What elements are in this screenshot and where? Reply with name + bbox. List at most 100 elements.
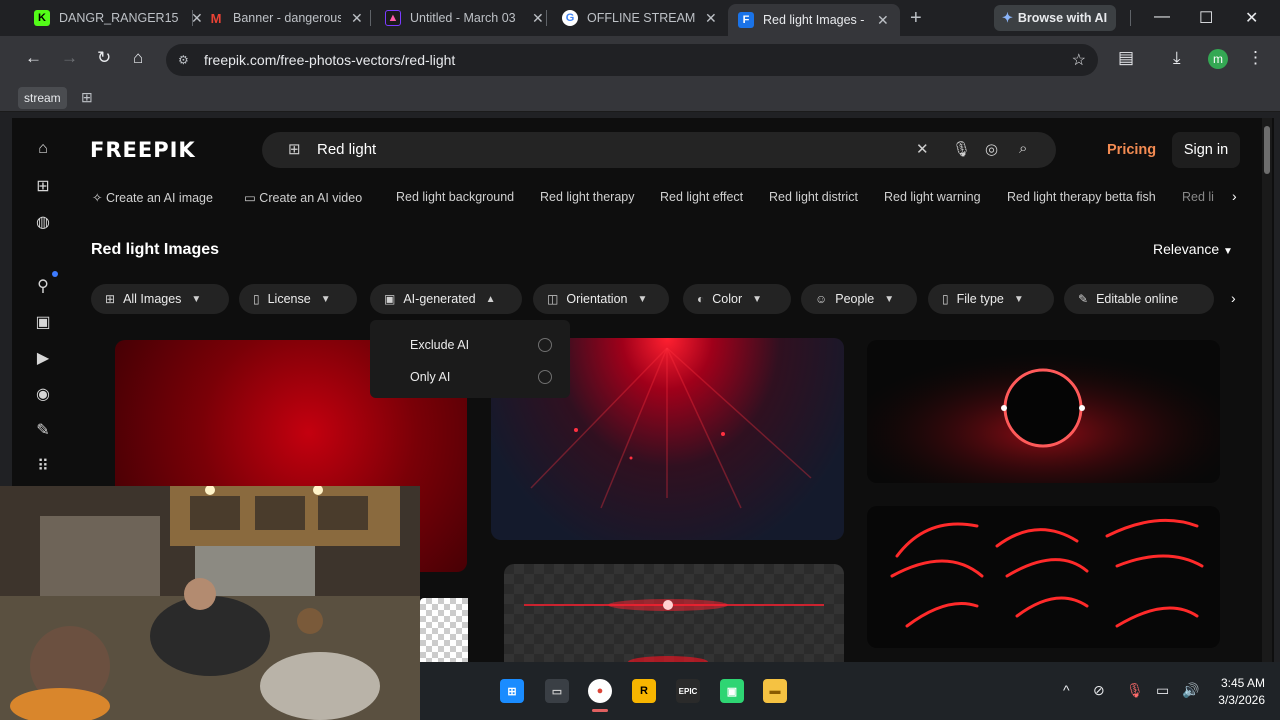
bookmark-star-icon[interactable]: ☆ [1072,50,1086,70]
menu-kebab-icon[interactable]: ⋮ [1247,48,1264,68]
video-icon[interactable]: ▶ [34,348,52,368]
filter-ai-generated[interactable]: ▣ AI-generated ▲ [370,284,522,314]
clear-search-icon[interactable]: ✕ [916,140,929,158]
ai-tools-icon[interactable]: ⚲ [34,276,52,296]
filter-file-type[interactable]: ▯ File type ▼ [928,284,1054,314]
all-tools-grid-icon[interactable]: ⠿ [34,456,52,476]
image-thumbnail[interactable] [867,340,1220,483]
display-icon[interactable]: ▭ [1156,682,1169,699]
related-chip[interactable]: Red light effect [660,190,743,204]
dashboard-grid-icon[interactable]: ⊞ [34,176,52,196]
related-chip[interactable]: Red li [1182,190,1214,204]
download-icon[interactable]: ⤓ [1173,48,1181,68]
address-bar[interactable]: ⚙ freepik.com/free-photos-vectors/red-li… [166,44,1098,76]
close-tab-icon[interactable]: ✕ [532,10,544,27]
chevron-down-icon: ▼ [884,293,895,305]
freepik-logo[interactable]: FREEPIK [90,138,196,162]
reading-mode-icon[interactable]: ▤ [1118,48,1134,68]
new-tab-icon[interactable]: + [910,7,922,30]
network-off-icon[interactable]: ⊘ [1093,682,1105,699]
browse-with-ai-button[interactable]: ✦ Browse with AI [994,5,1116,31]
minimize-icon[interactable]: — [1154,8,1170,26]
search-type-grid-icon[interactable]: ⊞ [288,140,301,158]
radio-only-ai[interactable] [538,370,552,384]
filter-license[interactable]: ▯ License ▼ [239,284,357,314]
pricing-link[interactable]: Pricing [1107,142,1156,158]
search-icon[interactable]: ⌕ [1019,140,1027,157]
image-thumbnail[interactable] [504,564,844,662]
license-icon: ▯ [253,292,260,306]
windows-start-icon[interactable]: ⊞ [500,679,524,703]
related-chip[interactable]: Red light warning [884,190,981,204]
system-clock[interactable]: 3:45 AM 3/3/2026 [1213,675,1265,709]
related-chip[interactable]: Red light therapy [540,190,635,204]
tab-google[interactable]: G OFFLINE STREAM B ✕ [552,4,727,32]
site-info-icon[interactable]: ⚙ [178,53,196,67]
search-input[interactable]: Red light [317,141,376,158]
tab-separator [192,10,193,26]
volume-icon[interactable]: 🔊 [1182,682,1199,699]
sort-dropdown[interactable]: Relevance ▼ [1153,241,1233,257]
search-bar[interactable]: ⊞ Red light ✕ 🎙 ◎ ⌕ [262,132,1056,168]
audio-icon[interactable]: ◉ [34,384,52,404]
create-ai-image-link[interactable]: ✧ Create an AI image [92,190,213,205]
tab-title: Untitled - March 03 [410,11,516,25]
microphone-icon[interactable]: 🎙 [1126,682,1144,699]
related-chip[interactable]: Red light district [769,190,858,204]
option-exclude-ai[interactable]: Exclude AI [410,338,469,352]
tab-freepik[interactable]: F Red light Images - F ✕ [728,4,900,36]
home-icon[interactable]: ⌂ [34,140,52,158]
sign-in-button[interactable]: Sign in [1172,132,1240,168]
tab-kick[interactable]: K DANGR_RANGER15 ✕ [24,4,213,32]
apps-grid-icon[interactable]: ⊞ [81,89,93,106]
chrome-icon[interactable]: ● [588,679,612,703]
tab-gmail[interactable]: M Banner - dangerous ✕ [198,4,373,32]
filter-label: File type [956,292,1004,306]
home-icon[interactable]: ⌂ [133,48,143,68]
close-tab-icon[interactable]: ✕ [351,10,363,27]
tab-canva[interactable]: ▲ Untitled - March 03 ✕ [375,4,554,32]
image-thumbnail[interactable] [867,506,1220,648]
streaming-app-icon[interactable]: ▣ [720,679,744,703]
microphone-icon[interactable]: 🎙 [952,140,971,158]
epic-games-icon[interactable]: EPIC [676,679,700,703]
chevron-right-icon[interactable]: › [1231,290,1236,306]
edit-icon[interactable]: ✎ [34,420,52,440]
create-ai-video-link[interactable]: ▭ Create an AI video [244,190,362,205]
forward-icon[interactable]: → [61,48,78,68]
close-tab-icon[interactable]: ✕ [705,10,717,27]
bookmarks-bar: stream ⊞ [0,84,1280,112]
file-explorer-icon[interactable]: ▬ [763,679,787,703]
related-chip[interactable]: Red light therapy betta fish [1007,190,1156,204]
related-chip[interactable]: Red light background [396,190,514,204]
scroll-thumb[interactable] [1264,126,1270,174]
transparent-image-thumbnail[interactable] [420,598,468,662]
tray-chevron-up-icon[interactable]: ^ [1063,682,1070,698]
filter-orientation[interactable]: ◫ Orientation ▼ [533,284,669,314]
camera-search-icon[interactable]: ◎ [985,140,998,158]
maximize-icon[interactable]: ☐ [1199,8,1213,28]
option-only-ai[interactable]: Only AI [410,370,450,384]
radio-exclude-ai[interactable] [538,338,552,352]
rockstar-launcher-icon[interactable]: R [632,679,656,703]
related-label: Create an AI image [105,191,213,205]
profile-avatar[interactable]: m [1208,49,1228,69]
chevron-down-icon: ▼ [1013,293,1024,305]
reload-icon[interactable]: ↻ [97,48,111,68]
tab-title: OFFLINE STREAM B [587,11,695,25]
back-icon[interactable]: ← [25,48,42,68]
filter-editable-online[interactable]: ✎ Editable online [1064,284,1214,314]
task-view-icon[interactable]: ▭ [545,679,569,703]
filter-people[interactable]: ☺ People ▼ [801,284,917,314]
filter-color[interactable]: ◐ Color ▼ [683,284,791,314]
bookmark-stream[interactable]: stream [18,87,67,109]
globe-icon[interactable]: ◍ [34,212,52,232]
chevron-right-icon[interactable]: › [1232,188,1237,204]
close-window-icon[interactable]: ✕ [1245,8,1258,28]
browse-with-ai-label: Browse with AI [1017,11,1108,25]
image-generator-icon[interactable]: ▣ [34,312,52,332]
filter-all-images[interactable]: ⊞ All Images ▼ [91,284,229,314]
close-tab-icon[interactable]: ✕ [877,12,889,29]
page-scrollbar[interactable] [1262,118,1272,662]
chevron-down-icon: ▼ [320,293,331,305]
